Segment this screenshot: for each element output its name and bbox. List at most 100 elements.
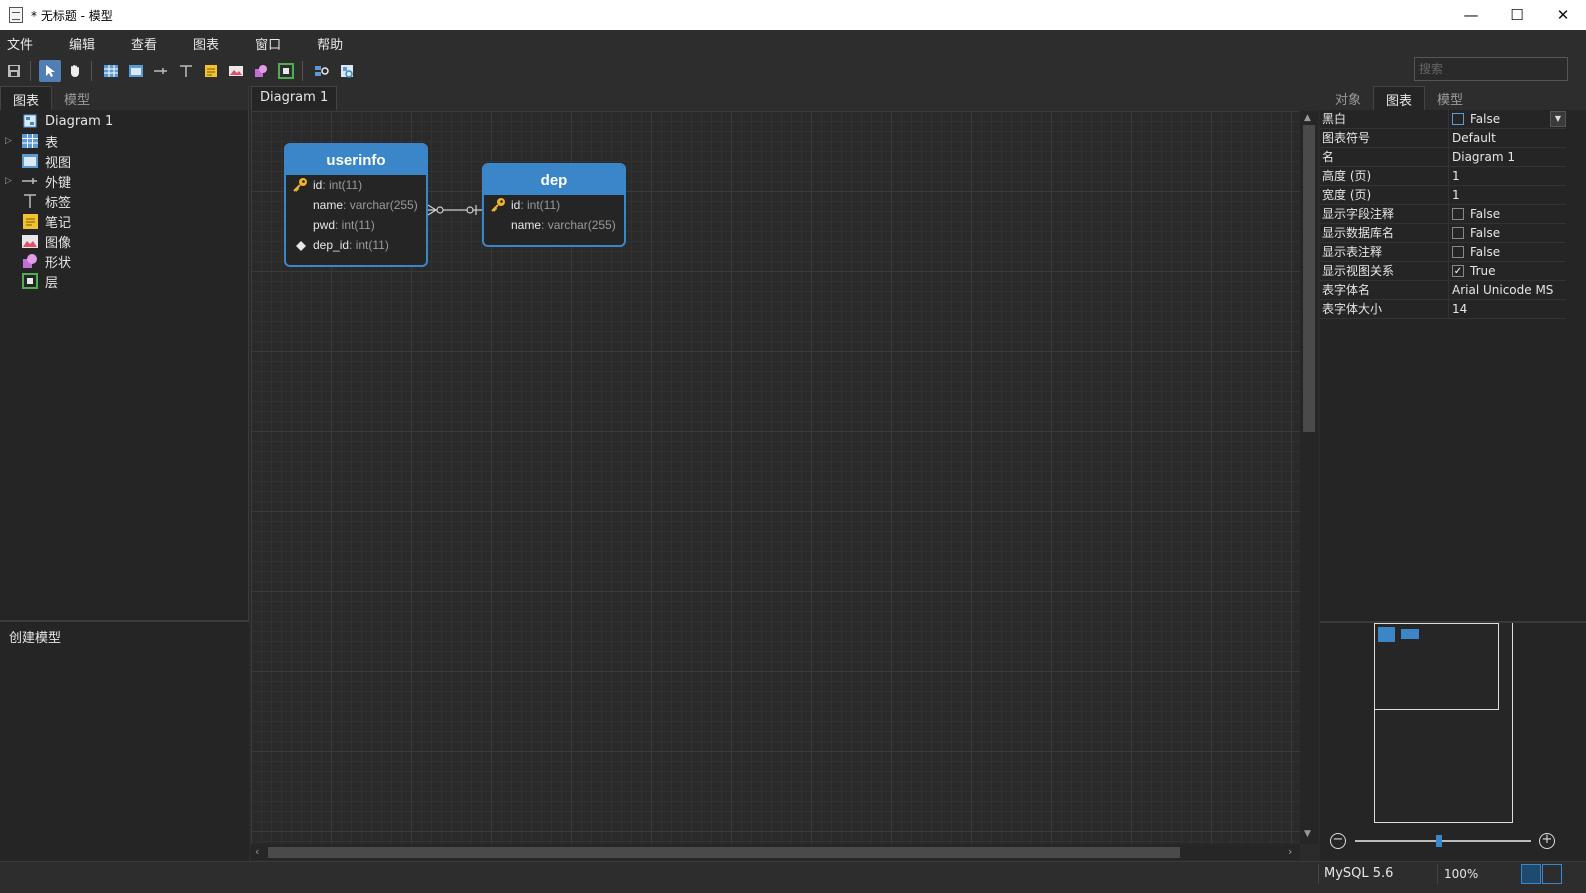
save-button[interactable] xyxy=(3,60,25,82)
checkbox[interactable] xyxy=(1452,227,1464,239)
normal-view-button[interactable] xyxy=(1521,864,1541,884)
tree-item-layers[interactable]: 层 xyxy=(0,271,248,291)
tree-item-label: 视图 xyxy=(45,155,72,171)
new-view-button[interactable] xyxy=(125,60,147,82)
tree-item-tables[interactable]: ▷ 表 xyxy=(0,131,248,151)
tree-item-images[interactable]: 图像 xyxy=(0,231,248,251)
minimap[interactable] xyxy=(1374,623,1513,823)
tab-diagram-props[interactable]: 图表 xyxy=(1373,86,1426,110)
er-field-row[interactable]: dep_id: int(11) xyxy=(286,235,426,255)
minimize-button[interactable]: — xyxy=(1448,0,1494,30)
property-value[interactable]: False xyxy=(1449,243,1566,262)
auto-layout-button[interactable] xyxy=(336,60,358,82)
menu-help[interactable]: 帮助 xyxy=(310,34,356,53)
new-layer-button[interactable] xyxy=(275,60,297,82)
horizontal-scrollbar[interactable]: ‹ › xyxy=(251,844,1300,860)
property-row[interactable]: 显示表注释 False xyxy=(1320,242,1566,262)
property-value[interactable]: False ▼ xyxy=(1449,110,1566,129)
property-row[interactable]: 显示字段注释 False xyxy=(1320,204,1566,224)
menu-view[interactable]: 查看 xyxy=(124,34,170,53)
property-row[interactable]: 宽度 (页) 1 xyxy=(1320,185,1566,205)
foreign-key-icon xyxy=(154,68,167,74)
menu-file[interactable]: 文件 xyxy=(0,34,46,53)
expand-arrow-icon[interactable]: ▷ xyxy=(5,136,17,146)
tab-diagram-1[interactable]: Diagram 1 xyxy=(251,86,338,110)
tree-item-label: Diagram 1 xyxy=(45,113,114,129)
tree-item-labels[interactable]: 标签 xyxy=(0,191,248,211)
property-value[interactable]: 1 xyxy=(1449,167,1566,186)
property-value[interactable]: Default xyxy=(1449,129,1566,148)
scroll-right-icon[interactable]: › xyxy=(1288,845,1292,858)
property-row[interactable]: 图表符号 Default xyxy=(1320,128,1566,148)
tab-object[interactable]: 对象 xyxy=(1323,86,1373,110)
scrollbar-thumb[interactable] xyxy=(268,847,1180,858)
scroll-down-icon[interactable]: ▼ xyxy=(1304,829,1311,839)
property-value[interactable]: ✓ True xyxy=(1449,262,1566,281)
tree-item-diagram[interactable]: Diagram 1 xyxy=(0,111,248,131)
property-row[interactable]: 表字体大小 14 xyxy=(1320,299,1566,319)
menu-diagram[interactable]: 图表 xyxy=(186,34,232,53)
zoom-out-icon[interactable]: − xyxy=(1330,833,1346,849)
menu-edit[interactable]: 编辑 xyxy=(62,34,108,53)
property-name: 表字体名 xyxy=(1320,280,1449,300)
property-value[interactable]: Diagram 1 xyxy=(1449,148,1566,167)
property-name: 图表符号 xyxy=(1320,128,1449,148)
close-button[interactable]: ✕ xyxy=(1540,0,1586,30)
new-table-button[interactable] xyxy=(100,60,122,82)
checkbox[interactable] xyxy=(1452,113,1464,125)
property-value[interactable]: 14 xyxy=(1449,300,1566,319)
zoom-fit-button[interactable] xyxy=(311,60,333,82)
note-icon xyxy=(22,213,38,229)
er-table-userinfo[interactable]: userinfo id: int(11) name: varchar(255) … xyxy=(284,143,428,267)
zoom-in-icon[interactable]: + xyxy=(1539,833,1555,849)
property-value[interactable]: Arial Unicode MS xyxy=(1449,281,1566,300)
checkbox[interactable] xyxy=(1452,208,1464,220)
tree-item-notes[interactable]: 笔记 xyxy=(0,211,248,231)
tab-model[interactable]: 模型 xyxy=(52,86,102,110)
tab-model-props[interactable]: 模型 xyxy=(1425,86,1475,110)
new-image-button[interactable] xyxy=(225,60,247,82)
property-row[interactable]: 高度 (页) 1 xyxy=(1320,166,1566,186)
new-note-button[interactable] xyxy=(200,60,222,82)
er-field-row[interactable]: name: varchar(255) xyxy=(286,195,426,215)
new-foreign-key-button[interactable] xyxy=(150,60,172,82)
tree-item-views[interactable]: 视图 xyxy=(0,151,248,171)
new-label-button[interactable] xyxy=(175,60,197,82)
search-input[interactable] xyxy=(1415,62,1569,76)
maximize-button[interactable]: ☐ xyxy=(1494,0,1540,30)
new-shape-button[interactable] xyxy=(250,60,272,82)
scroll-up-icon[interactable]: ▲ xyxy=(1304,113,1311,123)
tree-item-label: 外键 xyxy=(45,175,72,191)
property-row[interactable]: 表字体名 Arial Unicode MS xyxy=(1320,280,1566,300)
er-field-row[interactable]: pwd: int(11) xyxy=(286,215,426,235)
er-field-row[interactable]: id: int(11) xyxy=(484,195,624,215)
property-value[interactable]: False xyxy=(1449,205,1566,224)
chevron-down-icon[interactable]: ▼ xyxy=(1550,110,1566,127)
tree-item-shapes[interactable]: 形状 xyxy=(0,251,248,271)
property-row[interactable]: 黑白 False ▼ xyxy=(1320,109,1566,129)
er-field-row[interactable]: id: int(11) xyxy=(286,175,426,195)
split-view-button[interactable] xyxy=(1542,864,1562,884)
hand-tool-button[interactable] xyxy=(64,60,86,82)
property-value[interactable]: False xyxy=(1449,224,1566,243)
checkbox-checked[interactable]: ✓ xyxy=(1452,265,1464,277)
property-row[interactable]: 显示视图关系 ✓ True xyxy=(1320,261,1566,281)
expand-arrow-icon[interactable]: ▷ xyxy=(5,176,17,186)
checkbox[interactable] xyxy=(1452,246,1464,258)
property-row[interactable]: 显示数据库名 False xyxy=(1320,223,1566,243)
er-field-row[interactable]: name: varchar(255) xyxy=(484,215,624,235)
property-value[interactable]: 1 xyxy=(1449,186,1566,205)
field-name: pwd xyxy=(313,218,336,232)
scrollbar-thumb[interactable] xyxy=(1303,125,1315,432)
property-row[interactable]: 名 Diagram 1 xyxy=(1320,147,1566,167)
tree-item-foreign-keys[interactable]: ▷ 外键 xyxy=(0,171,248,191)
tab-diagram[interactable]: 图表 xyxy=(0,86,53,110)
zoom-slider-thumb[interactable] xyxy=(1436,835,1442,847)
vertical-scrollbar[interactable]: ▲ ▼ xyxy=(1300,111,1318,844)
diagram-canvas[interactable]: userinfo id: int(11) name: varchar(255) … xyxy=(251,111,1300,844)
scroll-left-icon[interactable]: ‹ xyxy=(255,845,259,858)
zoom-slider[interactable] xyxy=(1355,840,1531,842)
er-table-dep[interactable]: dep id: int(11) name: varchar(255) xyxy=(482,163,626,247)
menu-window[interactable]: 窗口 xyxy=(248,34,294,53)
pointer-tool-button[interactable] xyxy=(39,60,61,82)
